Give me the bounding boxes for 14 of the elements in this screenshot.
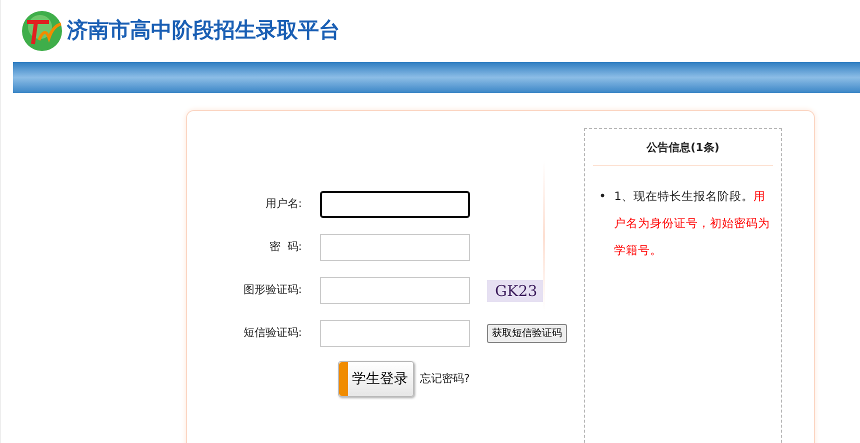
field-label: 用户名: bbox=[264, 196, 303, 212]
bullet-marker: • bbox=[599, 188, 606, 204]
input-field[interactable] bbox=[320, 191, 470, 218]
field-label: 短信验证码: bbox=[242, 325, 303, 342]
login-button[interactable]: 学生登录 bbox=[338, 361, 414, 397]
captcha-image: GK23 bbox=[487, 280, 546, 302]
forgot-password-link[interactable]: 忘记密码? bbox=[420, 370, 470, 388]
sms-code-button[interactable]: 获取短信验证码 bbox=[487, 324, 567, 343]
site-title: 济南市高中阶段招生录取平台 bbox=[67, 17, 340, 44]
logo-icon bbox=[21, 10, 63, 52]
notice-title: 公告信息(1条) bbox=[593, 129, 773, 166]
field-label: 图形验证码: bbox=[242, 282, 303, 298]
field-label: 密 码: bbox=[268, 239, 303, 256]
notice-item: 1、现在特长生报名阶段。用户名为身份证号，初始密码为学籍号。 bbox=[614, 188, 772, 258]
